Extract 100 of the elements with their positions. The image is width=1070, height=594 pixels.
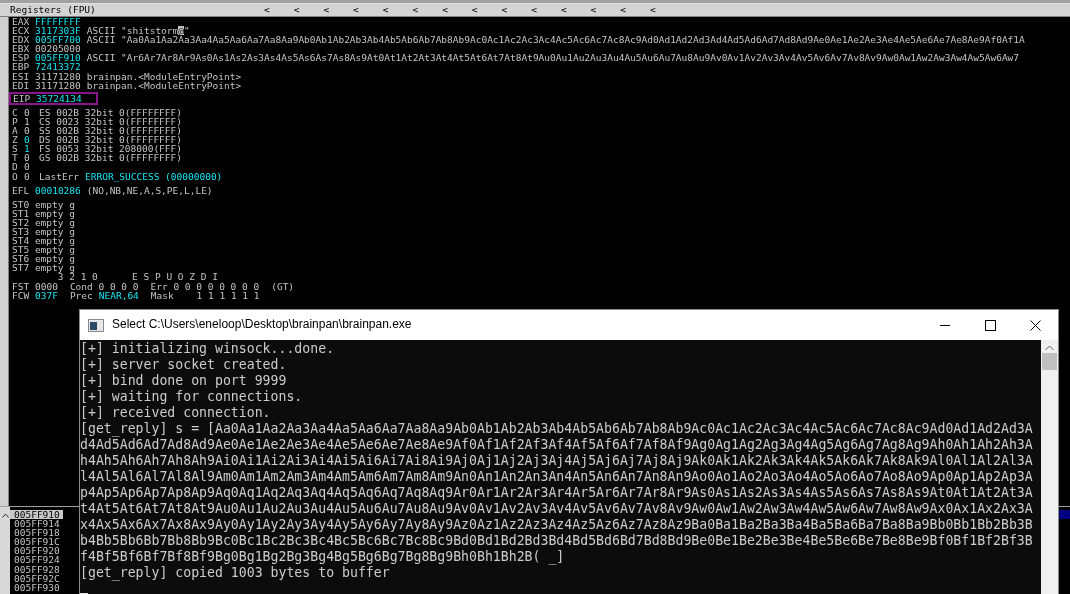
register-value: 3117303F [35,26,81,36]
register-value: 00010286 [35,185,81,195]
scroll-left-arrow[interactable]: < [319,5,350,15]
flag-value: 0 [24,126,31,136]
register-name: ESI [12,71,31,81]
console-line: [+] received connection. [80,405,272,421]
register-comment: ASCII "Aa0Aa1Aa2Aa3Aa4Aa5Aa6Aa7Aa8Aa9Ab0Ab1Ab2Ab3Ab4Ab5Ab6Ab7Ab8Ab9Ac0Ac1Ac2Ac3Ac4Ac5Ac6Ac7Ac8Ac9Ad0Ad1Ad2Ad3Ad4Ad5Ad6Ad7Ad8Ad9Ae0Ae1Ae2Ae3Ae4Ae5Ae6Ae7Ae8Ae9Af0Af1A [86,35,1025,45]
scroll-left-arrow[interactable]: < [289,5,320,15]
segment-register: FS 0053 32bit 208000(FFF) [39,144,182,154]
console-line: d4Ad5Ad6Ad7Ad8Ad9Ae0Ae1Ae2Ae3Ae4Ae5Ae6Ae7Ae8Ae9Af0Af1Af2Af3Af4Af5Af6Af7Af8Af9Ag0Ag1Ag2Ag3Ag4Ag5Ag6Ag7Ag8Ag9Ah0Ah1Ah2Ah3A [80,437,1034,453]
fpu-register: ST4 empty g [12,236,75,246]
register-name: EDI [12,80,31,90]
flag-name: P [12,116,19,127]
pane-title: Registers (FPU) [9,5,97,15]
register-name: EFL [12,185,31,195]
segment-register: CS 0023 32bit 0(FFFFFFFF) [39,116,182,127]
scroll-left-arrow[interactable]: < [527,5,557,15]
console-line: t4At5At6At7At8At9Au0Au1Au2Au3Au4Au5Au6Au7Au8Au9Av0Av1Av2Av3Av4Av5Av6Av7Av8Av9Aw0Aw1Aw2Aw3Aw4Aw5Aw6Aw7Aw8Aw9Ax0Ax1Ax2Ax3A [80,501,1034,517]
maximize-icon [985,319,996,331]
flag-value: 1 [24,144,31,154]
mask-bits: Mask 1 1 1 1 1 1 [150,290,260,300]
condition-bits: Cond 0 0 0 0 [69,281,139,291]
status-bit-header: 3 2 1 0 E S P U O Z D I [57,272,218,282]
console-line: p4Ap5Ap6Ap7Ap8Ap9Aq0Aq1Aq2Aq3Aq4Aq5Aq6Aq7Aq8Aq9Ar0Ar1Ar2Ar3Ar4Ar5Ar6Ar7Ar8Ar9As0As1As2As3As4As5As6As7As8As9At0At1At2At3A [80,485,1034,501]
console-line: [get_reply] copied 1003 bytes to buffer [80,565,391,581]
flag-name: Z [12,135,19,145]
precision-value: NEAR,64 [98,290,139,300]
scroll-left-arrow[interactable]: < [260,5,290,15]
scroll-up-icon[interactable] [1,513,9,518]
fpu-register: ST7 empty g [12,263,75,273]
console-line: h4Ah5Ah6Ah7Ah8Ah9Ai0Ai1Ai2Ai3Ai4Ai5Ai6Ai7Ai8Ai9Aj0Aj1Aj2Aj3Aj4Aj5Aj6Aj7Aj8Aj9Ak0Ak1Ak2Ak3Ak4Ak5Ak6Ak7Ak8Ak9Al0Al1Al2Al3A [80,453,1034,469]
register-value: 005FF700 [35,35,81,45]
register-name: EBX [12,44,31,54]
scroll-left-arrow[interactable]: < [349,5,379,15]
flag-name: C [12,107,19,117]
console-line: [+] bind done on port 9999 [80,373,288,389]
precision-label: Prec [69,290,93,300]
register-value: 72413372 [35,62,81,72]
register-comment: ASCII "Ar6Ar7Ar8Ar9As0As1As2As3As4As5As6As7As8As9At0At1At2At3At4At5At6At7At8At9Au0Au1Au2Au3Au4Au5Au6Au7Au8Au9Av0Av1Av2Av3Av4Av5Av6Av7Av8Av9Aw0Aw1Aw2Aw3Aw4Aw5Aw6Aw7 [86,53,1020,63]
fpu-register: ST0 empty g [12,199,75,209]
register-name: FCW [12,290,31,300]
register-name: EDX [12,35,31,45]
console-line: f4Bf5Bf6Bf7Bf8Bf9Bg0Bg1Bg2Bg3Bg4Bg5Bg6Bg7Bg8Bg9Bh0Bh1Bh2B( _] [80,549,566,565]
last-error-label: LastErr [39,171,80,181]
scroll-left-arrow[interactable]: < [556,5,587,15]
console-line: [get_reply] s = [Aa0Aa1Aa2Aa3Aa4Aa5Aa6Aa7Aa8Aa9Ab0Ab1Ab2Ab3Ab4Ab5Ab6Ab7Ab8Ab9Ac0Ac1Ac2Ac3Ac4Ac5Ac6Ac7Ac8Ac9Ad0Ad1Ad2Ad3A [80,421,1034,437]
register-value: FFFFFFFF [35,17,81,27]
window-title: Select C:\Users\eneloop\Desktop\brainpan\brainpan.exe [112,320,413,330]
register-value: 35724134 [36,93,82,103]
flag-value: 0 [24,162,31,172]
error-bits: Err 0 0 0 0 0 0 0 0 [150,281,260,291]
register-value: 31171280 [35,80,81,90]
console-line: b4Bb5Bb6Bb7Bb8Bb9Bc0Bc1Bc2Bc3Bc4Bc5Bc6Bc7Bc8Bc9Bd0Bd1Bd2Bd3Bd4Bd5Bd6Bd7Bd8Bd9Be0Be1Be2Be3Be4Be5Be6Be7Be8Be9Bf0Bf1Bf2Bf3B [80,533,1034,549]
fpu-register: ST6 empty g [12,254,75,264]
register-value: 005FF910 [35,53,81,63]
flags-summary: (NO,NB,NE,A,S,PE,L,LE) [86,185,213,195]
flag-value: 0 [24,135,31,145]
flag-value: 0 [24,171,31,181]
flag-name: O [12,171,19,181]
flag-value: 1 [24,116,31,127]
flag-value: 0 [24,153,31,163]
register-name: EAX [12,17,31,27]
register-value: 0000 [35,281,58,291]
scroll-left-arrow[interactable]: < [645,5,676,15]
register-name: ESP [12,53,31,63]
flag-name: D [12,162,19,172]
scroll-left-arrow[interactable]: < [616,5,646,15]
last-error-value: ERROR_SUCCESS (00000000) [85,171,223,181]
register-name: EBP [12,62,31,72]
fpu-register: ST5 empty g [12,245,75,255]
console-line: [+] server socket created. [80,357,288,373]
scroll-thumb[interactable] [1042,353,1057,370]
register-value: 00205000 [35,44,81,54]
register-name: ECX [12,26,31,36]
console-line: x4Ax5Ax6Ax7Ax8Ax9Ay0Ay1Ay2Ay3Ay4Ay5Ay6Ay7Ay8Ay9Az0Az1Az2Az3Az4Az5Az6Az7Az8Az9Ba0Ba1Ba2Ba3Ba4Ba5Ba6Ba7Ba8Ba9Bb0Bb1Bb2Bb3B [80,517,1034,533]
segment-register: GS 002B 32bit 0(FFFFFFFF) [39,153,182,163]
stack-address[interactable]: 005FF910 [10,510,63,520]
register-name: FST [12,281,31,291]
register-value: 037F [35,290,58,300]
scroll-left-arrow[interactable]: < [497,5,528,15]
close-icon [1030,319,1041,331]
flag-name: T [12,153,19,163]
console-line: [+] waiting for connections. [80,389,304,405]
console-line: l4Al5Al6Al7Al8Al9Am0Am1Am2Am3Am4Am5Am6Am7Am8Am9An0An1An2An3An4An5An6An7An8An9Ao0Ao1Ao2Ao3Ao4Ao5Ao6Ao7Ao8Ao9Ap0Ap1Ap2Ap3A [80,469,1034,485]
comparison-result: (GT) [271,281,295,291]
register-name: EIP [13,93,32,103]
scroll-left-arrow[interactable]: < [467,5,498,15]
register-value: 31171280 [35,71,81,81]
flag-name: S [12,144,19,154]
scroll-left-arrow[interactable]: < [586,5,617,15]
segment-register: DS 002B 32bit 0(FFFFFFFF) [39,135,182,145]
scroll-left-arrow[interactable]: < [408,5,439,15]
scroll-left-arrow[interactable]: < [378,5,409,15]
register-comment: " [184,26,190,36]
segment-register: ES 002B 32bit 0(FFFFFFFF) [39,107,182,117]
scroll-left-arrow[interactable]: < [438,5,468,15]
console-icon [88,318,104,332]
register-comment: brainpan.<ModuleEntryPoint> [86,71,242,81]
segment-register: SS 002B 32bit 0(FFFFFFFF) [39,126,182,136]
console-line: [+] initializing winsock...done. [80,341,336,357]
